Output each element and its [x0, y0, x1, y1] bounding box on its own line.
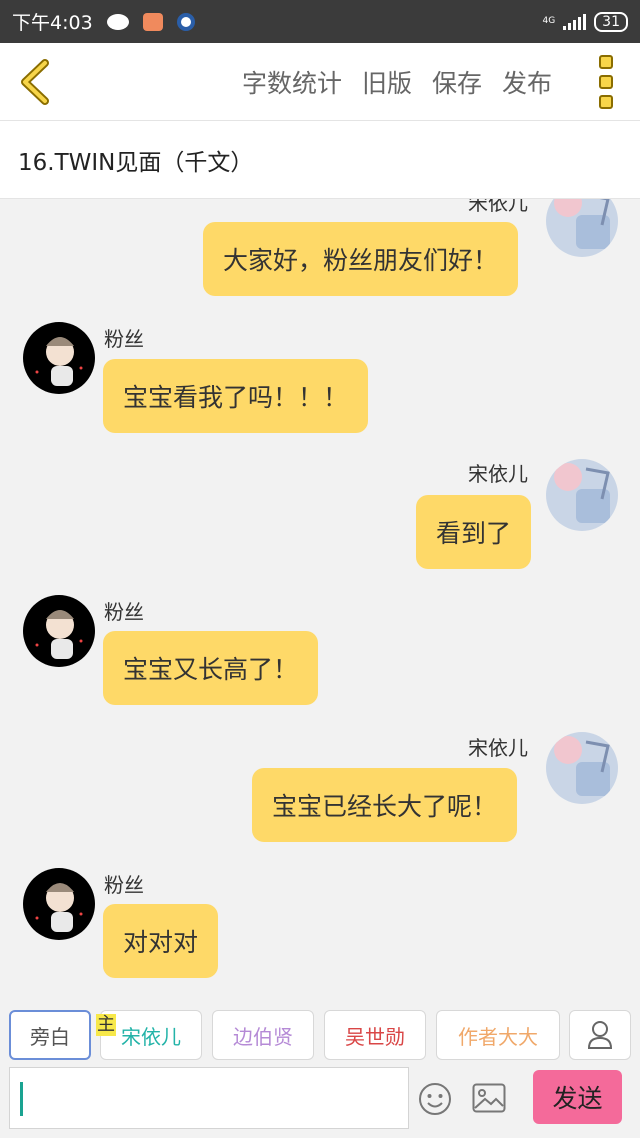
- avatar-fan[interactable]: [23, 322, 95, 394]
- message-sender-name: 粉丝: [104, 600, 144, 624]
- old-version-button[interactable]: 旧版: [362, 64, 412, 100]
- add-role-button[interactable]: [569, 1010, 631, 1060]
- avatar-song-yier[interactable]: [546, 199, 618, 257]
- word-count-button[interactable]: 字数统计: [242, 64, 342, 100]
- status-indicators: 4G 31: [542, 11, 628, 32]
- role-bian-boxian[interactable]: 边伯贤: [212, 1010, 314, 1060]
- menu-dot-icon: [599, 94, 613, 109]
- save-button[interactable]: 保存: [432, 64, 482, 100]
- smiley-icon: [419, 1083, 451, 1115]
- emoji-button[interactable]: [418, 1082, 452, 1120]
- editor-toolbar: 字数统计 旧版 保存 发布: [0, 43, 640, 121]
- message-sender-name: 宋依儿: [468, 462, 528, 486]
- text-caret: [20, 1082, 23, 1116]
- menu-dot-icon: [599, 74, 613, 89]
- battery-level: 31: [594, 11, 628, 32]
- send-button[interactable]: 发送: [533, 1070, 622, 1124]
- message-bubble[interactable]: 看到了: [416, 495, 532, 569]
- chapter-title: 16.TWIN见面（千文）: [0, 121, 640, 199]
- app-notification-icon-2: [176, 12, 195, 31]
- avatar-song-yier[interactable]: [546, 459, 618, 531]
- message-sender-name: 宋依儿: [468, 199, 528, 215]
- chevron-left-icon: [21, 58, 49, 105]
- avatar-song-yier[interactable]: [546, 732, 618, 804]
- main-role-tag: 主: [96, 1014, 116, 1036]
- role-wu-shixun[interactable]: 吴世勋: [324, 1010, 426, 1060]
- avatar-fan[interactable]: [23, 868, 95, 940]
- message-bubble[interactable]: 宝宝又长高了！: [103, 631, 319, 705]
- menu-dot-icon: [599, 54, 613, 69]
- avatar-fan[interactable]: [23, 595, 95, 667]
- signal-icon: [563, 13, 587, 30]
- network-type: 4G: [542, 16, 556, 26]
- more-menu-button[interactable]: [586, 52, 626, 112]
- image-button[interactable]: [472, 1083, 506, 1117]
- publish-button[interactable]: 发布: [502, 64, 552, 100]
- message-bubble[interactable]: 对对对: [103, 904, 219, 978]
- status-time: 下午4:03: [12, 12, 93, 34]
- person-icon: [587, 1021, 613, 1049]
- message-bubble[interactable]: 宝宝已经长大了呢！: [252, 768, 518, 842]
- app-notification-icon: [142, 12, 163, 31]
- role-narrator[interactable]: 旁白: [9, 1010, 91, 1060]
- role-label: 吴世勋: [345, 1024, 405, 1049]
- role-label: 旁白: [30, 1024, 70, 1049]
- message-sender-name: 粉丝: [104, 327, 144, 351]
- chat-area[interactable]: 宋依儿 大家好，粉丝朋友们好！ 粉丝 宝宝看我了吗！！！ 宋依儿 看到了 粉丝 …: [0, 199, 640, 990]
- message-bubble[interactable]: 大家好，粉丝朋友们好！: [203, 222, 519, 296]
- chapter-title-text: 16.TWIN见面（千文）: [18, 149, 254, 176]
- role-author[interactable]: 作者大大: [436, 1010, 560, 1060]
- role-label: 作者大大: [458, 1024, 538, 1049]
- message-sender-name: 粉丝: [104, 873, 144, 897]
- wechat-icon: [106, 13, 129, 30]
- status-bar: 下午4:03 4G 31: [0, 0, 640, 43]
- role-label: 宋依儿: [121, 1024, 181, 1049]
- message-input[interactable]: [9, 1067, 409, 1129]
- role-label: 边伯贤: [233, 1024, 293, 1049]
- message-sender-name: 宋依儿: [468, 736, 528, 760]
- message-bubble[interactable]: 宝宝看我了吗！！！: [103, 359, 369, 433]
- back-button[interactable]: [0, 43, 70, 121]
- image-icon: [472, 1083, 506, 1113]
